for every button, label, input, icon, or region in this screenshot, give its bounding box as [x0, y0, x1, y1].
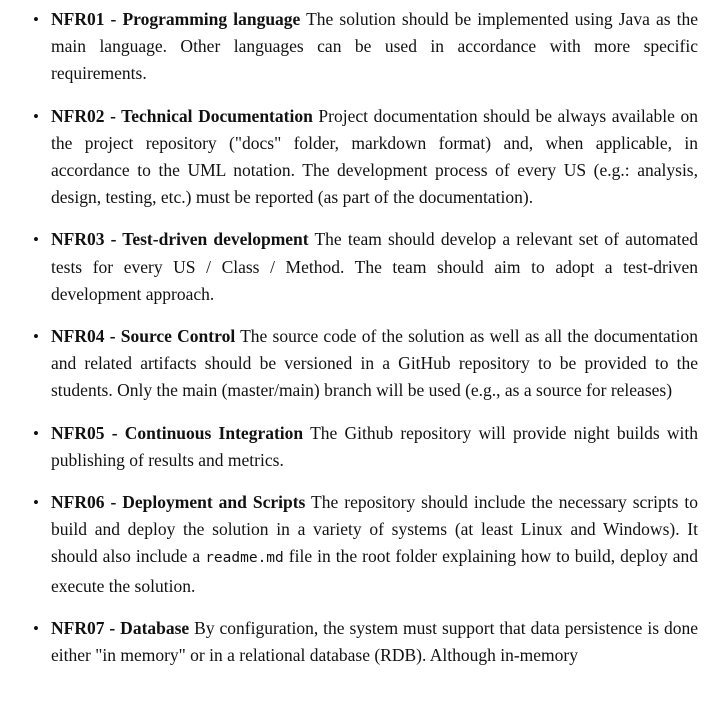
bullet-icon: • — [33, 493, 39, 513]
list-item-nfr07: • NFR07 - Database By configuration, the… — [24, 615, 698, 669]
req-title: NFR02 - Technical Documentation — [51, 105, 313, 126]
bullet-icon: • — [33, 618, 39, 638]
list-item-nfr03: • NFR03 - Test-driven development The te… — [24, 226, 698, 308]
list-item-nfr06: • NFR06 - Deployment and Scripts The rep… — [24, 489, 698, 600]
req-title: NFR06 - Deployment and Scripts — [51, 492, 306, 513]
list-item-nfr01: • NFR01 - Programming language The solut… — [24, 6, 698, 88]
document-page: • NFR01 - Programming language The solut… — [0, 0, 717, 726]
bullet-icon: • — [33, 327, 39, 347]
nfr-list: • NFR01 - Programming language The solut… — [24, 6, 698, 669]
list-item-nfr04: • NFR04 - Source Control The source code… — [24, 323, 698, 405]
code-filename: readme.md — [205, 550, 284, 567]
req-title: NFR01 - Programming language — [51, 9, 301, 29]
bullet-icon: • — [33, 10, 39, 29]
req-title: NFR05 - Continuous Integration — [51, 422, 304, 443]
req-title: NFR03 - Test-driven development — [51, 229, 309, 250]
list-item-nfr02: • NFR02 - Technical Documentation Projec… — [24, 103, 698, 212]
bullet-icon: • — [33, 106, 39, 126]
req-title: NFR07 - Database — [51, 617, 190, 638]
bullet-icon: • — [33, 230, 39, 250]
list-item-nfr05: • NFR05 - Continuous Integration The Git… — [24, 420, 698, 474]
bullet-icon: • — [33, 423, 39, 443]
req-title: NFR04 - Source Control — [51, 326, 236, 347]
